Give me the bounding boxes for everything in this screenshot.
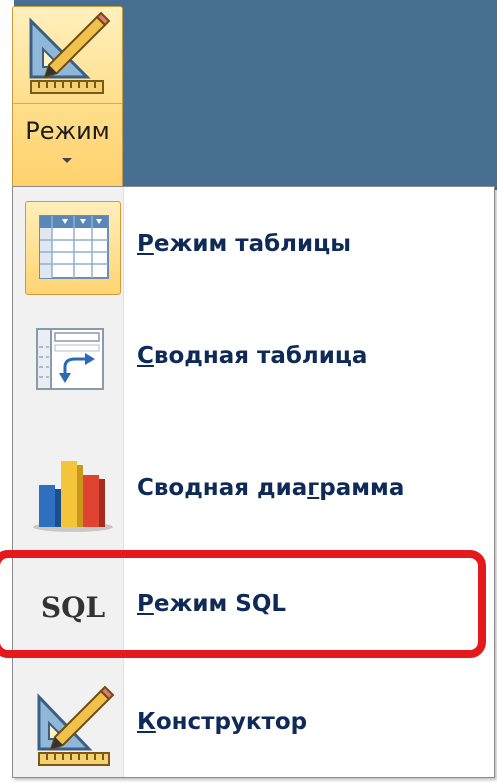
menu-item-label: Режим таблицы: [137, 231, 351, 257]
design-view-icon: [25, 9, 111, 97]
pivot-chart-icon: [25, 445, 121, 539]
datasheet-view-icon: [25, 201, 121, 295]
view-mode-dropdown: Режим таблицы Сводная таблица Сводная ди…: [12, 186, 495, 778]
menu-item-datasheet-view[interactable]: Режим таблицы: [13, 195, 494, 295]
menu-item-pivot-table[interactable]: Сводная таблица: [13, 307, 494, 407]
dropdown-arrow-icon[interactable]: [62, 158, 72, 163]
sql-highlight-frame: [0, 550, 486, 658]
menu-item-label: Сводная диаграмма: [137, 475, 405, 501]
view-mode-label: Режим: [25, 117, 110, 145]
menu-item-label: Сводная таблица: [137, 343, 368, 369]
menu-item-design-view[interactable]: Конструктор: [13, 673, 494, 773]
menu-item-pivot-chart[interactable]: Сводная диаграмма: [13, 439, 494, 539]
button-divider: [13, 103, 122, 104]
menu-item-label: Конструктор: [137, 709, 308, 735]
view-mode-button[interactable]: Режим: [12, 6, 123, 192]
design-view-icon: [25, 679, 121, 773]
pivot-table-icon: [25, 313, 121, 407]
